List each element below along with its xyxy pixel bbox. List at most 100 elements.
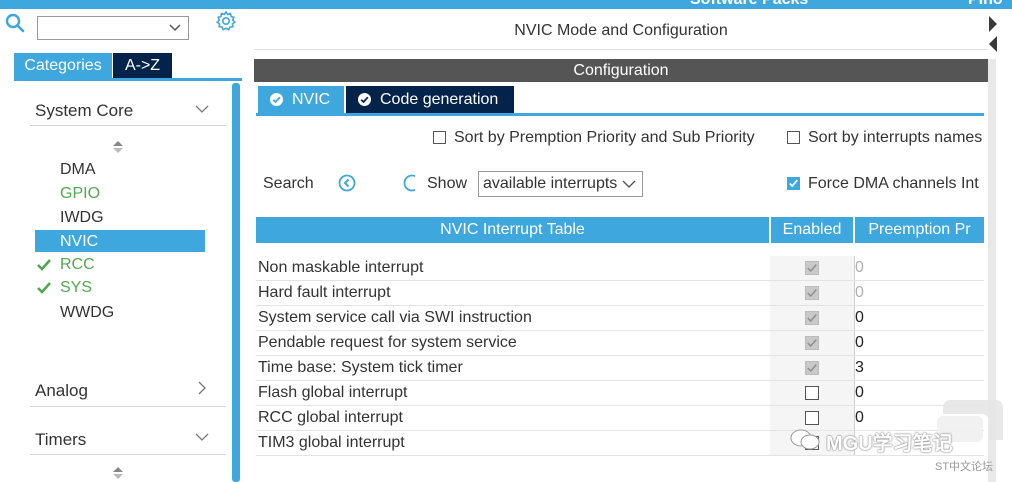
preemption-cell[interactable]: 0 bbox=[854, 306, 985, 330]
watermark-subtext: ST中文论坛 bbox=[935, 461, 994, 473]
group-title-timers[interactable]: Timers bbox=[35, 430, 86, 450]
list-item-nvic[interactable]: NVIC bbox=[60, 233, 98, 251]
enabled-cell bbox=[770, 281, 854, 305]
enabled-cell bbox=[770, 331, 854, 355]
divider bbox=[30, 454, 226, 455]
chevron-down-icon[interactable] bbox=[195, 430, 209, 444]
interrupt-name: Hard fault interrupt bbox=[258, 284, 391, 301]
sort-names-label: Sort by interrupts names bbox=[808, 129, 983, 146]
list-item-rcc[interactable]: RCC bbox=[60, 256, 95, 274]
check-icon bbox=[807, 289, 817, 298]
enabled-cell bbox=[770, 256, 854, 280]
preemption-cell[interactable]: 0 bbox=[854, 331, 985, 355]
pinout-label[interactable]: Pino bbox=[968, 0, 1003, 9]
list-item-wwdg[interactable]: WWDG bbox=[60, 304, 114, 322]
table-row[interactable]: System service call via SWI instruction 0 bbox=[256, 306, 984, 331]
enabled-checkbox bbox=[805, 336, 819, 350]
force-dma-checkbox[interactable] bbox=[787, 177, 800, 190]
check-circle-icon bbox=[358, 93, 371, 106]
collapse-arrow-icon[interactable] bbox=[987, 14, 999, 54]
column-header-enabled[interactable]: Enabled bbox=[771, 217, 853, 243]
enabled-checkbox bbox=[805, 361, 819, 375]
chevron-down-icon bbox=[622, 180, 636, 188]
software-packs-label[interactable]: Software Packs bbox=[690, 0, 808, 9]
list-item-dma[interactable]: DMA bbox=[60, 161, 96, 179]
sort-arrows-icon[interactable] bbox=[112, 140, 124, 154]
search-previous-icon[interactable] bbox=[338, 174, 356, 192]
table-search-label: Search bbox=[263, 175, 314, 192]
categories-panel: System Core DMA GPIO IWDG NVIC RCC SYS W… bbox=[8, 84, 230, 482]
show-filter-value: available interrupts bbox=[483, 175, 618, 192]
search-icon[interactable] bbox=[4, 12, 26, 34]
preemption-value: 0 bbox=[855, 409, 864, 426]
tab-code-generation-label: Code generation bbox=[380, 91, 499, 108]
interrupt-name: TIM3 global interrupt bbox=[258, 434, 405, 451]
nvic-table-header: NVIC Interrupt Table Enabled Preemption … bbox=[256, 217, 984, 243]
table-row[interactable]: Pendable request for system service 0 bbox=[256, 331, 984, 356]
table-row[interactable]: Flash global interrupt 0 bbox=[256, 381, 984, 406]
mode-config-title: NVIC Mode and Configuration bbox=[254, 13, 988, 50]
check-icon bbox=[807, 314, 817, 323]
enabled-cell bbox=[770, 306, 854, 330]
sort-priority-checkbox[interactable] bbox=[433, 131, 446, 144]
preemption-value: 0 bbox=[855, 259, 864, 276]
chevron-down-icon[interactable] bbox=[168, 20, 182, 34]
enabled-checkbox bbox=[805, 286, 819, 300]
configuration-header: Configuration bbox=[254, 59, 988, 82]
group-title-analog[interactable]: Analog bbox=[35, 381, 88, 401]
preemption-value: 0 bbox=[855, 284, 864, 301]
tab-nvic[interactable]: NVIC bbox=[258, 86, 344, 113]
enabled-cell bbox=[770, 356, 854, 380]
tab-underline bbox=[14, 78, 242, 81]
enabled-cell bbox=[770, 381, 854, 405]
preemption-value: 0 bbox=[855, 384, 864, 401]
chat-bubble-icon bbox=[790, 429, 820, 450]
table-row[interactable]: Hard fault interrupt 0 bbox=[256, 281, 984, 306]
list-item-iwdg[interactable]: IWDG bbox=[60, 209, 104, 227]
tab-a-to-z[interactable]: A->Z bbox=[113, 53, 172, 78]
check-icon bbox=[807, 264, 817, 273]
gear-icon[interactable] bbox=[214, 9, 238, 33]
table-row[interactable]: Time base: System tick timer 3 bbox=[256, 356, 984, 381]
interrupt-name: Pendable request for system service bbox=[258, 334, 517, 351]
column-header-preemption[interactable]: Preemption Pr bbox=[855, 217, 984, 243]
table-row[interactable]: Non maskable interrupt 0 bbox=[256, 256, 984, 281]
check-icon bbox=[37, 282, 51, 294]
enabled-checkbox[interactable] bbox=[805, 411, 819, 425]
chevron-right-icon[interactable] bbox=[195, 381, 209, 395]
preemption-cell[interactable]: 3 bbox=[854, 356, 985, 380]
divider bbox=[30, 406, 226, 407]
list-item-gpio[interactable]: GPIO bbox=[60, 185, 100, 203]
interrupt-name: Flash global interrupt bbox=[258, 384, 408, 401]
check-icon bbox=[789, 179, 798, 188]
preemption-value: 3 bbox=[855, 359, 864, 376]
top-bar: Software Packs Pino bbox=[0, 0, 1012, 9]
group-title-system-core[interactable]: System Core bbox=[35, 101, 133, 121]
preemption-cell[interactable]: 0 bbox=[854, 281, 985, 305]
sort-priority-label: Sort by Premption Priority and Sub Prior… bbox=[454, 129, 755, 146]
left-scrollbar[interactable] bbox=[232, 83, 240, 482]
preemption-value: 0 bbox=[855, 334, 864, 351]
interrupt-name: Time base: System tick timer bbox=[258, 359, 463, 376]
interrupt-name: RCC global interrupt bbox=[258, 409, 403, 426]
chevron-down-icon[interactable] bbox=[195, 102, 209, 116]
tab-code-generation[interactable]: Code generation bbox=[346, 86, 514, 113]
search-next-icon[interactable] bbox=[403, 174, 415, 192]
list-item-sys[interactable]: SYS bbox=[60, 279, 92, 297]
preemption-cell[interactable]: 0 bbox=[854, 256, 985, 280]
check-circle-icon bbox=[270, 93, 283, 106]
interrupt-name: System service call via SWI instruction bbox=[258, 309, 532, 326]
sort-names-checkbox[interactable] bbox=[787, 131, 800, 144]
enabled-checkbox[interactable] bbox=[805, 386, 819, 400]
tab-nvic-label: NVIC bbox=[292, 91, 331, 108]
sort-arrows-icon[interactable] bbox=[112, 466, 124, 480]
check-icon bbox=[807, 364, 817, 373]
enabled-checkbox bbox=[805, 311, 819, 325]
check-icon bbox=[807, 339, 817, 348]
show-filter-select[interactable]: available interrupts bbox=[478, 171, 643, 197]
divider bbox=[30, 125, 226, 126]
search-input[interactable] bbox=[37, 16, 189, 40]
force-dma-label: Force DMA channels Int bbox=[808, 175, 979, 192]
tab-categories[interactable]: Categories bbox=[14, 53, 112, 78]
column-header-interrupt[interactable]: NVIC Interrupt Table bbox=[256, 217, 769, 243]
